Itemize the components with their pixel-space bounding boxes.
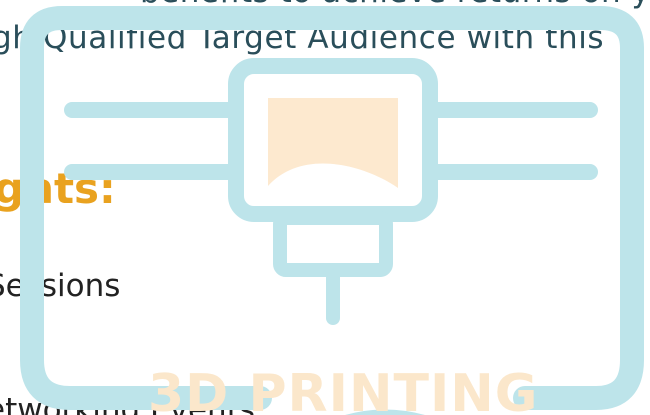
3d-printer-icon <box>20 6 644 415</box>
watermark-nozzle <box>273 211 393 277</box>
page-canvas: benefits to achieve returns on your i gh… <box>0 0 650 415</box>
watermark-label: 3D PRINTING <box>148 364 539 415</box>
